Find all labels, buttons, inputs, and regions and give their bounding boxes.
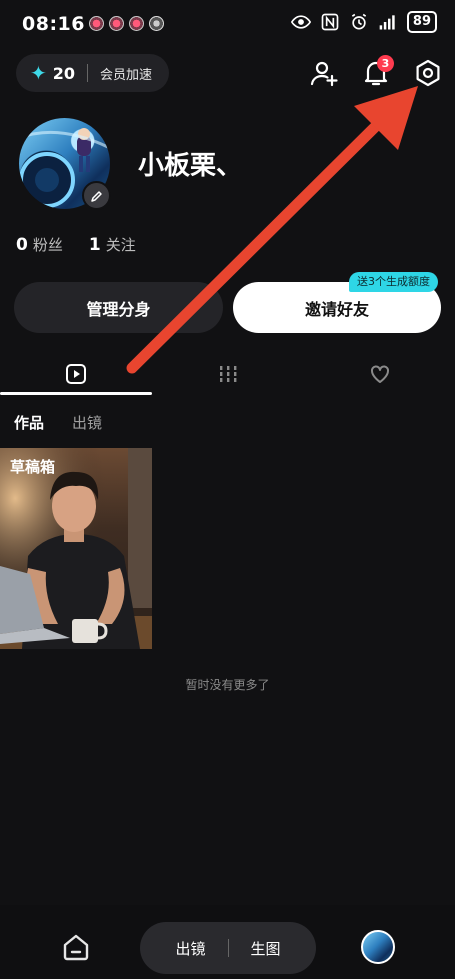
heart-icon bbox=[371, 365, 389, 383]
app-notification-icon bbox=[109, 16, 124, 31]
username: 小板栗、 bbox=[138, 151, 243, 181]
nav-profile-avatar[interactable] bbox=[361, 930, 395, 964]
invite-bonus-tag: 送3个生成额度 bbox=[349, 272, 438, 292]
battery-indicator: 89 bbox=[406, 11, 437, 33]
app-notification-icon bbox=[149, 16, 164, 31]
empty-state-text: 暂时没有更多了 bbox=[185, 678, 270, 692]
credits-pill[interactable]: ✦ 20 会员加速 bbox=[16, 54, 169, 92]
tab-videos[interactable] bbox=[0, 352, 152, 396]
nav-generate-button[interactable]: 生图 bbox=[251, 938, 281, 959]
create-pill: 出镜 生图 bbox=[140, 922, 316, 974]
settings-icon[interactable] bbox=[413, 58, 443, 88]
credits-count: 20 bbox=[52, 63, 76, 83]
following-label: 关注 bbox=[105, 236, 136, 254]
app-notification-icon bbox=[89, 16, 104, 31]
nav-cameo-button[interactable]: 出镜 bbox=[175, 938, 205, 959]
grid-icon bbox=[220, 366, 237, 382]
content-tabs bbox=[0, 352, 455, 396]
profile-screen: 08:16 89 ✦ 20 会员加速 3 小板栗、 0 粉丝 1 关注 管理分身… bbox=[0, 0, 455, 979]
notification-badge: 3 bbox=[377, 55, 394, 72]
manage-avatars-button[interactable]: 管理分身 bbox=[14, 282, 223, 333]
home-icon[interactable] bbox=[60, 931, 92, 963]
add-user-icon[interactable] bbox=[309, 58, 339, 88]
vip-boost-label: 会员加速 bbox=[100, 67, 153, 83]
draft-box-card[interactable]: 草稿箱 bbox=[0, 448, 152, 649]
divider bbox=[227, 939, 229, 957]
tab-grid[interactable] bbox=[152, 352, 304, 396]
following-stat[interactable]: 1 关注 bbox=[89, 234, 136, 255]
subtab-cameo[interactable]: 出镜 bbox=[72, 412, 102, 433]
draft-thumbnail bbox=[0, 448, 152, 649]
subtab-works[interactable]: 作品 bbox=[14, 412, 44, 433]
play-icon bbox=[66, 364, 86, 384]
nfc-icon bbox=[321, 13, 339, 31]
followers-stat[interactable]: 0 粉丝 bbox=[16, 234, 63, 255]
status-time: 08:16 bbox=[22, 13, 85, 35]
tab-likes[interactable] bbox=[304, 352, 455, 396]
app-notification-icon bbox=[129, 16, 144, 31]
draft-box-label: 草稿箱 bbox=[10, 458, 56, 476]
eye-icon bbox=[290, 15, 311, 29]
status-icons: 89 bbox=[290, 11, 437, 33]
status-bar: 08:16 89 bbox=[0, 0, 455, 50]
followers-count: 0 bbox=[16, 235, 28, 255]
active-tab-indicator bbox=[0, 392, 152, 395]
signal-icon bbox=[379, 15, 395, 30]
edit-icon bbox=[90, 190, 102, 202]
subtabs: 作品 出镜 bbox=[14, 412, 102, 433]
followers-label: 粉丝 bbox=[32, 236, 63, 254]
divider bbox=[87, 64, 89, 82]
edit-profile-button[interactable] bbox=[82, 181, 111, 210]
profile-stats: 0 粉丝 1 关注 bbox=[16, 234, 136, 255]
following-count: 1 bbox=[88, 235, 101, 255]
alarm-icon bbox=[351, 13, 367, 30]
sparkle-icon: ✦ bbox=[30, 61, 47, 85]
